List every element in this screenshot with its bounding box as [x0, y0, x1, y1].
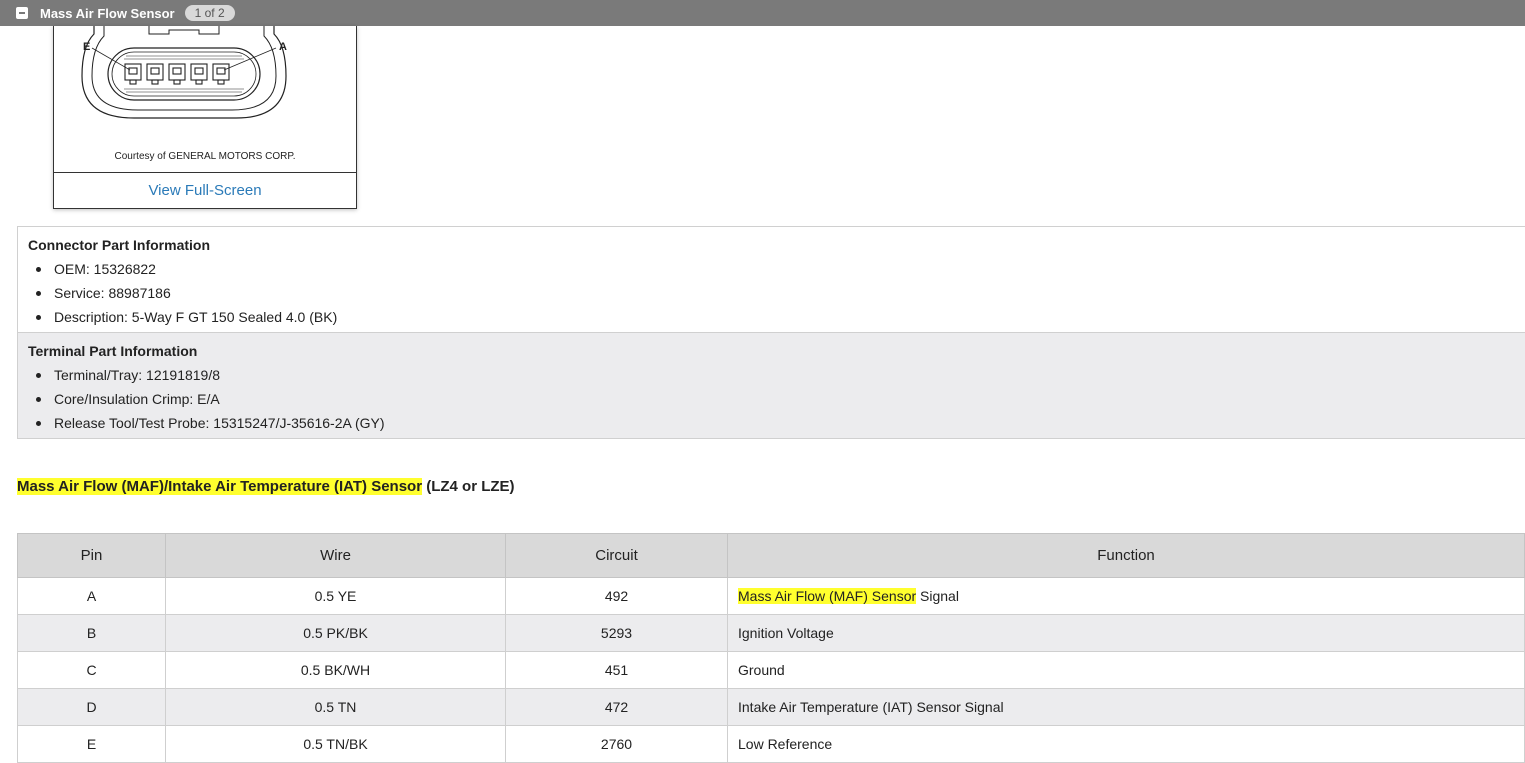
table-row: E 0.5 TN/BK 2760 Low Reference [17, 725, 1525, 763]
collapse-icon[interactable] [16, 7, 28, 19]
list-item: Description: 5-Way F GT 150 Sealed 4.0 (… [28, 305, 1525, 329]
pinout-table: Pin Wire Circuit Function A 0.5 YE 492 M… [17, 533, 1525, 763]
pin-cell: C [17, 651, 166, 689]
wire-cell: 0.5 TN/BK [165, 725, 506, 763]
function-cell: Ground [727, 651, 1525, 689]
pin-cell: D [17, 688, 166, 726]
connector-part-info: Connector Part Information OEM: 15326822… [17, 226, 1525, 333]
circuit-cell: 451 [505, 651, 728, 689]
list-item: OEM: 15326822 [28, 257, 1525, 281]
wire-cell: 0.5 YE [165, 577, 506, 615]
wire-cell: 0.5 TN [165, 688, 506, 726]
terminal-label-e: E [83, 41, 90, 53]
function-cell: Low Reference [727, 725, 1525, 763]
highlighted-function-text: Mass Air Flow (MAF) Sensor [738, 588, 917, 604]
terminal-label-a: A [279, 41, 287, 53]
function-cell: Mass Air Flow (MAF) Sensor Signal [727, 577, 1525, 615]
list-item: Service: 88987186 [28, 281, 1525, 305]
function-cell: Ignition Voltage [727, 614, 1525, 652]
table-row: A 0.5 YE 492 Mass Air Flow (MAF) Sensor … [17, 577, 1525, 615]
circuit-cell: 472 [505, 688, 728, 726]
highlighted-title-text: Mass Air Flow (MAF)/Intake Air Temperatu… [17, 478, 423, 495]
table-row: C 0.5 BK/WH 451 Ground [17, 651, 1525, 689]
view-full-screen-link[interactable]: View Full-Screen [54, 172, 356, 209]
column-header-pin: Pin [17, 533, 166, 578]
function-text: Signal [916, 588, 959, 604]
circuit-cell: 492 [505, 577, 728, 615]
section-header-bar[interactable]: Mass Air Flow Sensor 1 of 2 [0, 0, 1525, 26]
image-credit: Courtesy of GENERAL MOTORS CORP. [114, 151, 296, 162]
sensor-section-title: Mass Air Flow (MAF)/Intake Air Temperatu… [17, 476, 515, 498]
terminal-part-info: Terminal Part Information Terminal/Tray:… [17, 333, 1525, 439]
wire-cell: 0.5 BK/WH [165, 651, 506, 689]
pin-cell: B [17, 614, 166, 652]
terminal-info-heading: Terminal Part Information [28, 343, 198, 359]
connector-info-list: OEM: 15326822 Service: 88987186 Descript… [28, 257, 1525, 329]
circuit-cell: 2760 [505, 725, 728, 763]
table-row: D 0.5 TN 472 Intake Air Temperature (IAT… [17, 688, 1525, 726]
table-header-row: Pin Wire Circuit Function [17, 533, 1525, 578]
list-item: Terminal/Tray: 12191819/8 [28, 363, 1525, 387]
column-header-circuit: Circuit [505, 533, 728, 578]
wire-cell: 0.5 PK/BK [165, 614, 506, 652]
connector-diagram-image: E A [81, 26, 287, 119]
terminal-info-list: Terminal/Tray: 12191819/8 Core/Insulatio… [28, 363, 1525, 435]
title-suffix: (LZ4 or LZE) [422, 478, 515, 495]
page-count-badge: 1 of 2 [184, 5, 235, 21]
list-item: Release Tool/Test Probe: 15315247/J-3561… [28, 411, 1525, 435]
connector-info-heading: Connector Part Information [28, 237, 211, 253]
column-header-wire: Wire [165, 533, 506, 578]
list-item: Core/Insulation Crimp: E/A [28, 387, 1525, 411]
pin-cell: A [17, 577, 166, 615]
pin-cell: E [17, 725, 166, 763]
column-header-function: Function [727, 533, 1525, 578]
circuit-cell: 5293 [505, 614, 728, 652]
connector-figure-card: E A Courtesy of GENERAL MOTORS CORP. Vie… [53, 26, 357, 209]
function-cell: Intake Air Temperature (IAT) Sensor Sign… [727, 688, 1525, 726]
section-header-title: Mass Air Flow Sensor [40, 5, 175, 21]
table-row: B 0.5 PK/BK 5293 Ignition Voltage [17, 614, 1525, 652]
